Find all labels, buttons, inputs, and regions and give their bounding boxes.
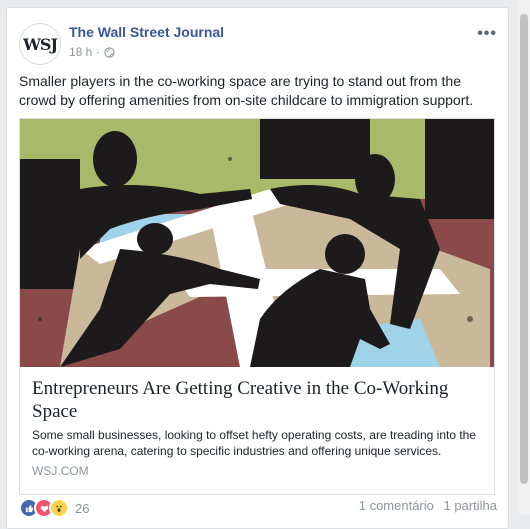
link-title[interactable]: Entrepreneurs Are Getting Creative in th… xyxy=(32,377,482,423)
comments-count-link[interactable]: 1 comentário xyxy=(359,498,434,513)
wow-reaction-icon xyxy=(49,498,69,518)
link-domain: WSJ.COM xyxy=(32,464,89,478)
avatar[interactable]: WSJ xyxy=(19,23,61,65)
globe-icon xyxy=(104,46,115,58)
more-options-button[interactable]: ••• xyxy=(477,25,497,43)
article-illustration[interactable] xyxy=(20,119,494,367)
reactions-summary[interactable]: 26 xyxy=(19,498,89,518)
scrollbar-track[interactable] xyxy=(518,0,530,514)
post-meta: 18 h · xyxy=(69,45,115,59)
shares-count-link[interactable]: 1 partilha xyxy=(444,498,497,513)
meta-separator: · xyxy=(95,45,100,59)
feed-post: WSJ The Wall Street Journal 18 h · ••• S… xyxy=(6,7,509,529)
reaction-count[interactable]: 26 xyxy=(75,501,89,516)
post-footer: 26 1 comentário 1 partilha xyxy=(19,498,499,518)
page-name-link[interactable]: The Wall Street Journal xyxy=(69,24,224,40)
post-header: WSJ The Wall Street Journal 18 h · ••• xyxy=(19,23,499,67)
engagement-stats: 1 comentário 1 partilha xyxy=(359,498,497,513)
link-description: Some small businesses, looking to offset… xyxy=(32,428,477,458)
scrollbar-thumb[interactable] xyxy=(520,14,528,484)
post-time[interactable]: 18 h xyxy=(69,45,92,59)
link-preview-body: Entrepreneurs Are Getting Creative in th… xyxy=(20,367,494,478)
link-preview-card[interactable]: Entrepreneurs Are Getting Creative in th… xyxy=(19,118,495,495)
post-message: Smaller players in the co-working space … xyxy=(19,73,474,108)
